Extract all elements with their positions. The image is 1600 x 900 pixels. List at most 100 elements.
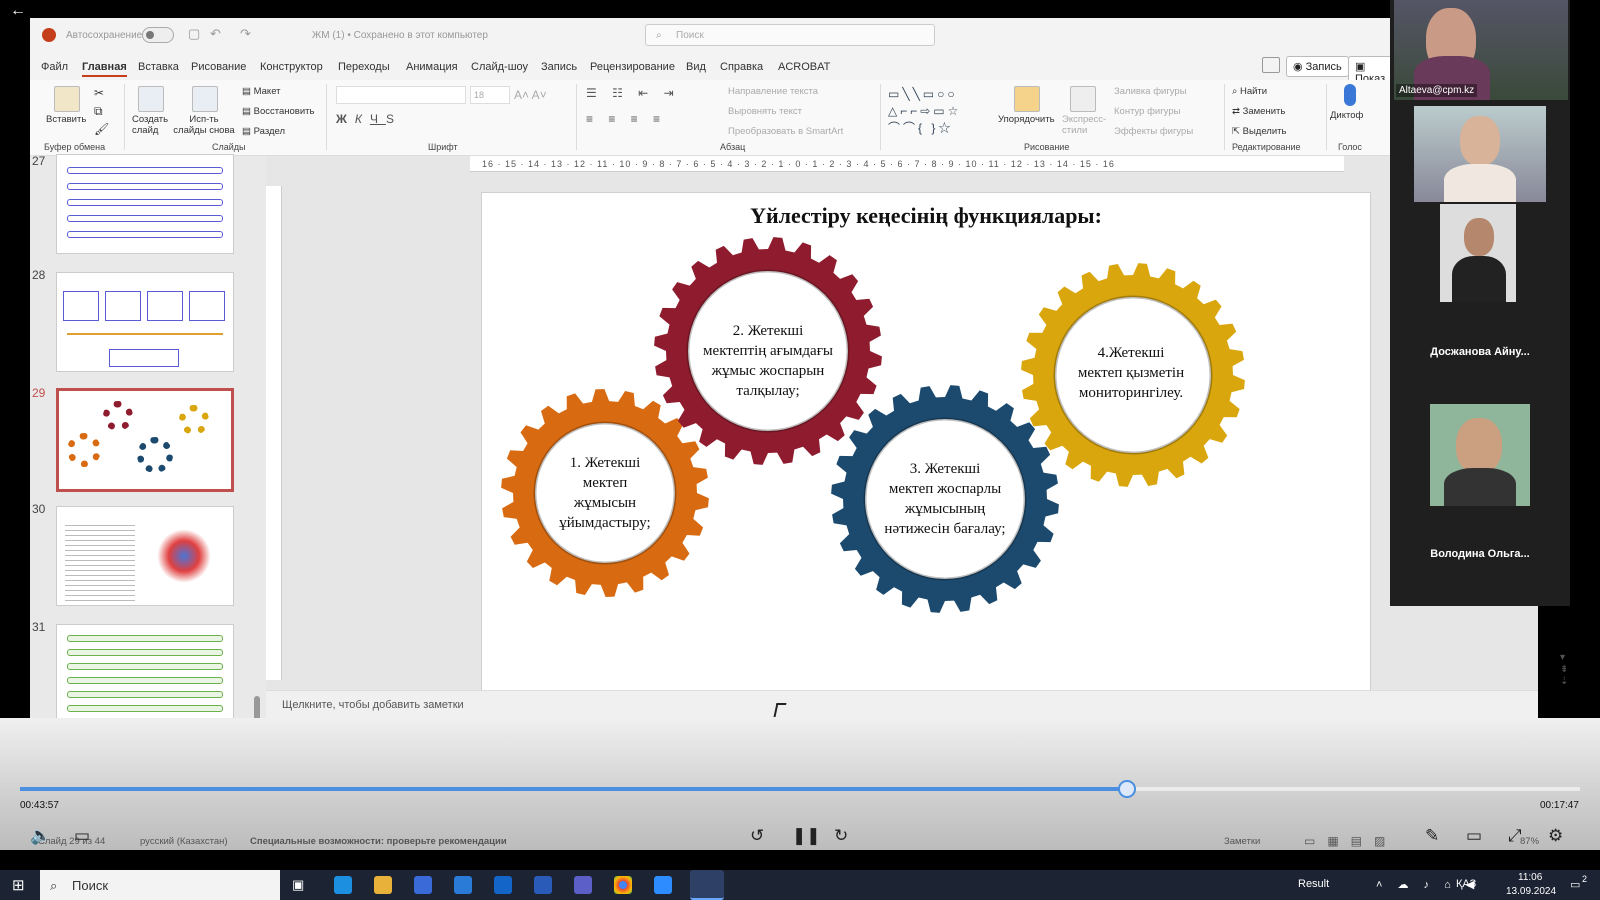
chrome-icon[interactable]	[614, 876, 632, 894]
undo-icon[interactable]: ↶	[210, 26, 221, 42]
gear-2-text[interactable]: 2. Жетекші мектептің ағымдағы жұмыс жоспар…	[690, 321, 846, 401]
weather-widget[interactable]: Result	[1298, 878, 1329, 890]
mail-icon[interactable]	[454, 876, 472, 894]
notes-toggle[interactable]: Заметки	[1224, 836, 1260, 847]
format-painter-icon[interactable]: 🖌	[94, 122, 109, 136]
align-text-button[interactable]: Выровнять текст	[728, 106, 802, 117]
slide-thumbnail-29[interactable]	[56, 388, 234, 492]
autosave-toggle[interactable]	[142, 27, 174, 43]
save-icon[interactable]: ▢	[188, 26, 200, 42]
tab-design[interactable]: Конструктор	[260, 61, 323, 73]
replace-button[interactable]: ⇄ Заменить	[1232, 106, 1285, 117]
slide-thumbnail-30[interactable]	[56, 506, 234, 606]
edge-icon[interactable]	[334, 876, 352, 894]
participant-video-2[interactable]	[1414, 106, 1546, 202]
pen-icon[interactable]: ✎	[1425, 826, 1439, 846]
reuse-slides-icon[interactable]	[192, 86, 218, 112]
clock-date[interactable]: 13.09.2024	[1506, 886, 1556, 897]
word-icon[interactable]	[534, 876, 552, 894]
video-player-icon[interactable]	[690, 870, 724, 900]
zoom-icon[interactable]	[654, 876, 672, 894]
comments-icon[interactable]	[1262, 57, 1280, 73]
tab-review[interactable]: Рецензирование	[590, 61, 675, 73]
slide-thumbnail-27[interactable]	[56, 154, 234, 254]
accessibility-status[interactable]: Специальные возможности: проверьте реком…	[250, 836, 507, 847]
pause-icon[interactable]: ❚❚	[792, 826, 821, 846]
cut-icon[interactable]: ✂	[94, 86, 104, 100]
select-button[interactable]: ⇱ Выделить	[1232, 126, 1286, 137]
text-direction-button[interactable]: Направление текста	[728, 86, 818, 97]
tab-record[interactable]: Запись	[541, 61, 577, 73]
fullscreen-icon[interactable]: ⤢	[1508, 826, 1522, 846]
captions-icon[interactable]: ▭	[74, 826, 90, 846]
align-icons[interactable]: ≡ ≡ ≡ ≡	[586, 112, 666, 126]
find-button[interactable]: ⌕ Найти	[1232, 86, 1267, 97]
gear-1-text[interactable]: 1. Жетекші мектеп жұмысын ұйымдастыру;	[540, 453, 670, 533]
tab-draw[interactable]: Рисование	[191, 61, 246, 73]
scroll-down-arrows-icon[interactable]: ▾ ⇟ ⇣	[1560, 652, 1568, 688]
shape-fill-button[interactable]: Заливка фигуры	[1114, 86, 1187, 97]
layout-button[interactable]: ▤ Макет	[242, 86, 281, 97]
shape-effects-button[interactable]: Эффекты фигуры	[1114, 126, 1193, 137]
tab-home[interactable]: Главная	[82, 61, 127, 77]
tab-animations[interactable]: Анимация	[406, 61, 458, 73]
tab-transitions[interactable]: Переходы	[338, 61, 390, 73]
font-family-select[interactable]	[336, 86, 466, 104]
paste-button[interactable]: Вставить	[46, 114, 86, 125]
tab-insert[interactable]: Вставка	[138, 61, 179, 73]
mini-player-icon[interactable]: ▭	[1466, 826, 1482, 846]
copy-icon[interactable]: ⧉	[94, 104, 103, 119]
file-title[interactable]: ЖМ (1) • Сохранено в этот компьютер	[312, 30, 488, 41]
notes-pane[interactable]: Щелкните, чтобы добавить заметки	[266, 690, 1538, 718]
gear-4-text[interactable]: 4.Жетекші мектеп қызметін мониторингілеу.	[1056, 343, 1206, 403]
zoom-level[interactable]: 87%	[1520, 836, 1539, 847]
slide-canvas[interactable]: Үйлестіру кеңесінің функциялары: 1. Жете…	[481, 192, 1371, 692]
slide-thumbnail-28[interactable]	[56, 272, 234, 372]
quick-styles-icon[interactable]	[1070, 86, 1096, 112]
notifications-icon[interactable]: ▭	[1570, 878, 1580, 891]
font-size-select[interactable]: 18	[470, 86, 510, 104]
redo-icon[interactable]: ↷	[240, 26, 251, 42]
shapes-gallery[interactable]: ▭╲╲▭○○ △⌐⌐⇨▭☆ ⌒⌒{ }☆	[888, 86, 998, 138]
shape-outline-button[interactable]: Контур фигуры	[1114, 106, 1180, 117]
clock-time[interactable]: 11:06	[1518, 872, 1542, 883]
slide-thumbnail-31[interactable]	[56, 624, 234, 724]
task-view-icon[interactable]: ▣	[292, 877, 304, 893]
tab-slideshow[interactable]: Слайд-шоу	[471, 61, 528, 73]
tab-acrobat[interactable]: ACROBAT	[778, 61, 830, 73]
forward-30-icon[interactable]: ↻	[834, 826, 848, 846]
list-icons[interactable]: ☰ ☷ ⇤ ⇥	[586, 86, 680, 100]
tab-help[interactable]: Справка	[720, 61, 763, 73]
tab-file[interactable]: Файл	[41, 61, 68, 73]
gear-3-text[interactable]: 3. Жетекші мектеп жоспарлы жұмысының нәтиже…	[865, 459, 1025, 539]
reuse-slides-button[interactable]: Исп-ть слайды снова	[172, 114, 236, 136]
language-status[interactable]: русский (Казахстан)	[140, 836, 228, 847]
microphone-icon[interactable]	[1344, 84, 1356, 106]
section-button[interactable]: ▤ Раздел	[242, 126, 285, 137]
quick-styles-button[interactable]: Экспресс-стили	[1062, 114, 1106, 136]
settings-icon[interactable]: ⚙	[1548, 826, 1563, 846]
arrange-button[interactable]: Упорядочить	[998, 114, 1055, 125]
reset-button[interactable]: ▤ Восстановить	[242, 106, 314, 117]
store-icon[interactable]	[414, 876, 432, 894]
outlook-icon[interactable]	[494, 876, 512, 894]
participant-video-4[interactable]	[1430, 404, 1530, 506]
rewind-10-icon[interactable]: ↺	[750, 826, 764, 846]
new-slide-icon[interactable]	[138, 86, 164, 112]
tab-view[interactable]: Вид	[686, 61, 706, 73]
view-buttons-icon[interactable]: ▭▦▤▨	[1304, 834, 1397, 848]
volume-icon[interactable]: 🔈	[30, 826, 51, 846]
grow-font-icon[interactable]: A˄ A˅	[514, 88, 547, 102]
language-indicator[interactable]: ҚАЗ	[1456, 878, 1476, 890]
dictate-button[interactable]: Диктоф	[1330, 110, 1363, 121]
record-button[interactable]: ◉ Запись	[1286, 56, 1349, 77]
windows-start-icon[interactable]: ⊞	[12, 876, 25, 894]
progress-knob[interactable]	[1118, 780, 1136, 798]
file-explorer-icon[interactable]	[374, 876, 392, 894]
new-slide-button[interactable]: Создать слайд	[132, 114, 172, 136]
arrange-icon[interactable]	[1014, 86, 1040, 112]
back-arrow-icon[interactable]: ←	[10, 2, 26, 20]
participant-video-1[interactable]: Altaeva@cpm.kz	[1394, 0, 1568, 100]
font-style-icons[interactable]: ЖКЧS	[336, 112, 402, 126]
teams-icon[interactable]	[574, 876, 592, 894]
